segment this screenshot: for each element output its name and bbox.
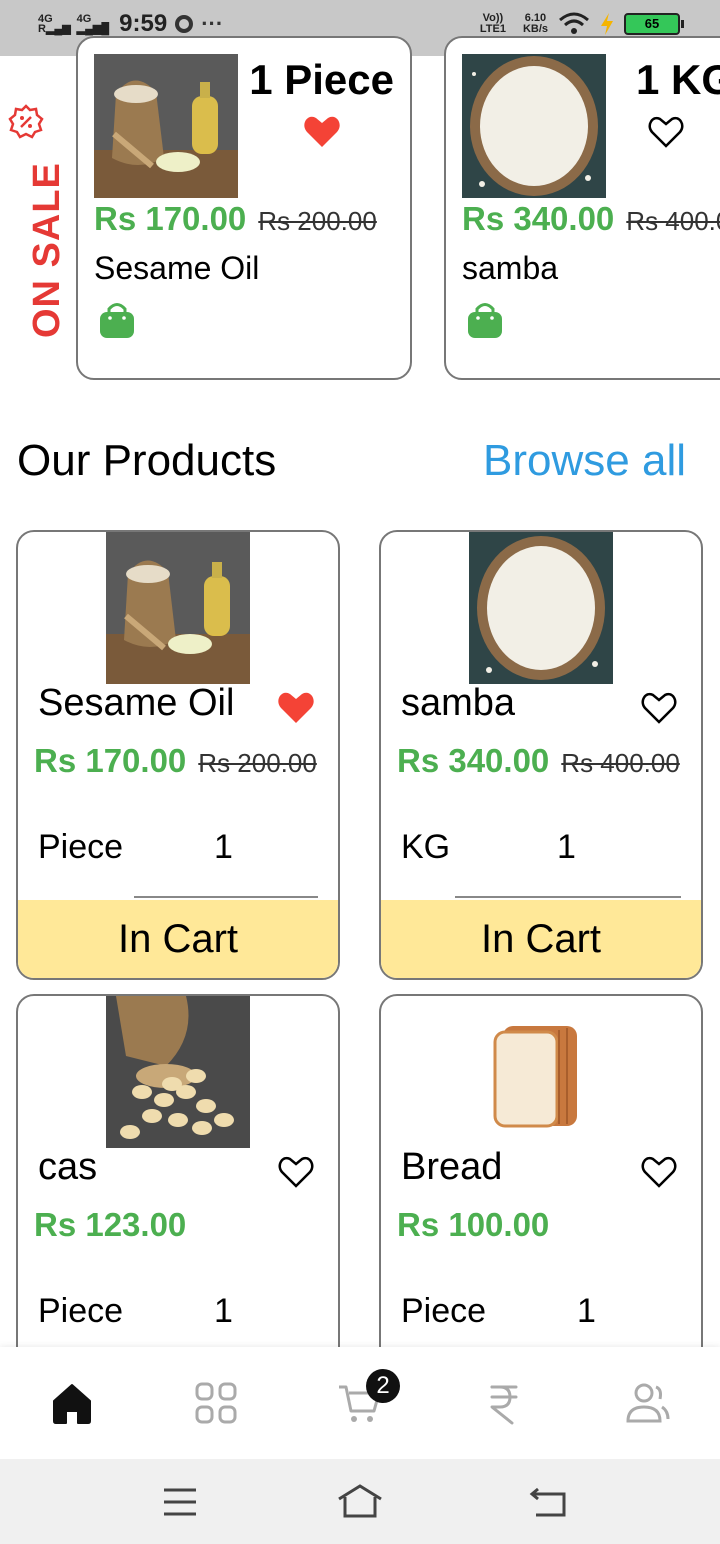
sale-product-name: Sesame Oil xyxy=(94,250,260,286)
product-price: Rs 340.00 xyxy=(397,742,550,779)
system-navigation-bar xyxy=(0,1459,720,1544)
product-price: Rs 123.00 xyxy=(34,1206,187,1243)
charging-icon xyxy=(601,13,613,35)
browse-all-link[interactable]: Browse all xyxy=(483,436,686,486)
discount-badge-icon xyxy=(8,104,44,139)
sale-price-row: Rs 340.00 Rs 400.00 xyxy=(462,200,720,238)
sale-price-row: Rs 170.00 Rs 200.00 xyxy=(94,200,377,238)
shopping-bag-icon[interactable] xyxy=(98,300,136,340)
bottom-navigation: 2 xyxy=(0,1347,720,1459)
wifi-icon xyxy=(559,12,589,34)
sale-price: Rs 170.00 xyxy=(94,200,247,237)
product-price: Rs 170.00 xyxy=(34,742,187,779)
sale-card-samba[interactable]: 1 KG Rs 340.00 Rs 400.00 samba xyxy=(444,36,720,380)
product-old-price: Rs 400.00 xyxy=(561,748,680,778)
quantity-input[interactable]: 1 xyxy=(214,828,233,867)
home-system-icon[interactable] xyxy=(336,1483,384,1519)
product-image-sesame-oil xyxy=(106,532,250,684)
quantity-underline xyxy=(134,896,318,898)
in-cart-button[interactable]: In Cart xyxy=(381,900,701,978)
quantity-underline xyxy=(455,896,681,898)
shopping-bag-icon[interactable] xyxy=(466,300,504,340)
product-card-samba[interactable]: samba Rs 340.00 Rs 400.00 KG 1 In Cart xyxy=(379,530,703,980)
battery-indicator: 65 xyxy=(624,13,684,35)
cart-badge: 2 xyxy=(366,1369,400,1403)
product-price: Rs 100.00 xyxy=(397,1206,550,1243)
heart-outline-icon[interactable] xyxy=(639,1152,679,1192)
product-card-sesame-oil[interactable]: Sesame Oil Rs 170.00 Rs 200.00 Piece 1 I… xyxy=(16,530,340,980)
sale-old-price: Rs 400.00 xyxy=(626,206,720,236)
menu-icon[interactable] xyxy=(160,1485,200,1519)
more-notifications: ··· xyxy=(201,11,224,36)
product-unit: Piece xyxy=(401,1292,487,1330)
product-old-price: Rs 200.00 xyxy=(198,748,317,778)
quantity-input[interactable]: 1 xyxy=(577,1292,596,1331)
product-unit: Piece xyxy=(38,1292,124,1330)
whatsapp-icon xyxy=(175,15,194,33)
price-row: Rs 340.00 Rs 400.00 xyxy=(397,742,680,780)
sale-unit: 1 KG xyxy=(635,56,720,103)
product-unit: Piece xyxy=(38,828,124,866)
product-image-bread xyxy=(469,996,613,1148)
quantity-input[interactable]: 1 xyxy=(557,828,576,867)
heart-filled-icon[interactable] xyxy=(302,112,342,152)
clock: 9:59 xyxy=(119,10,168,37)
sale-old-price: Rs 200.00 xyxy=(258,206,377,236)
network-speed: 6.10 KB/s xyxy=(522,12,548,35)
sale-unit: 1 Piece xyxy=(249,56,394,103)
sale-product-name: samba xyxy=(462,250,559,286)
product-name: cas xyxy=(38,1146,98,1188)
product-image-samba xyxy=(462,54,606,198)
product-name: Bread xyxy=(401,1146,503,1188)
quantity-input[interactable]: 1 xyxy=(214,1292,233,1331)
product-unit: KG xyxy=(401,828,451,866)
signal-2: 4G ▂▄▆█ xyxy=(76,13,110,35)
back-icon[interactable] xyxy=(528,1483,570,1519)
product-name: samba xyxy=(401,682,516,724)
on-sale-label: ON SALE xyxy=(4,100,68,338)
heart-outline-icon[interactable] xyxy=(639,688,679,728)
in-cart-button[interactable]: In Cart xyxy=(18,900,338,978)
rupee-icon[interactable] xyxy=(480,1379,528,1427)
heart-outline-icon[interactable] xyxy=(646,112,686,152)
section-title: Our Products xyxy=(17,436,277,485)
sale-card-sesame-oil[interactable]: 1 Piece Rs 170.00 Rs 200.00 Sesame Oil xyxy=(76,36,412,380)
signal-1: 4G R▂▄▆ xyxy=(38,13,71,35)
grid-icon[interactable] xyxy=(192,1379,240,1427)
product-image-cas xyxy=(106,996,250,1148)
heart-outline-icon[interactable] xyxy=(276,1152,316,1192)
sale-price: Rs 340.00 xyxy=(462,200,615,237)
on-sale-text: ON SALE xyxy=(26,162,68,338)
home-icon[interactable] xyxy=(48,1379,96,1427)
volte-indicator: Vo)) LTE1 xyxy=(479,12,506,35)
product-image-samba xyxy=(469,532,613,684)
product-name: Sesame Oil xyxy=(38,682,235,724)
profile-icon[interactable] xyxy=(624,1379,672,1427)
heart-filled-icon[interactable] xyxy=(276,688,316,728)
price-row: Rs 100.00 xyxy=(397,1206,549,1244)
price-row: Rs 123.00 xyxy=(34,1206,186,1244)
price-row: Rs 170.00 Rs 200.00 xyxy=(34,742,317,780)
product-image-sesame-oil xyxy=(94,54,238,198)
